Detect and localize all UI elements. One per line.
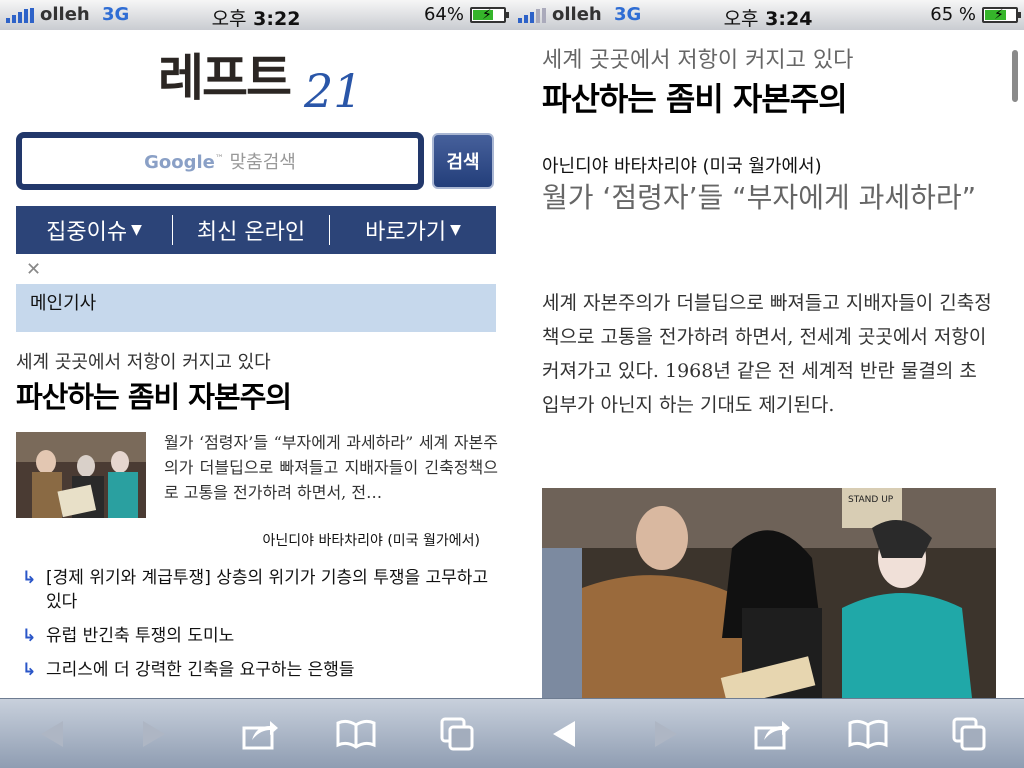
scrollbar[interactable] bbox=[1012, 50, 1018, 102]
sub-arrow-icon: ↳ bbox=[22, 568, 37, 588]
back-arrow-icon bbox=[41, 721, 63, 747]
caret-down-icon: ▼ bbox=[450, 222, 461, 238]
nav-item-shortcuts[interactable]: 바로가기 ▼ bbox=[330, 206, 496, 254]
article-byline: 아닌디야 바타차리야 (미국 월가에서) bbox=[542, 156, 822, 177]
share-button[interactable] bbox=[220, 699, 300, 768]
sub-arrow-icon: ↳ bbox=[22, 626, 37, 646]
article-headline[interactable]: 파산하는 좀비 자본주의 bbox=[16, 374, 292, 416]
safari-toolbar bbox=[512, 698, 1024, 768]
forward-button[interactable] bbox=[626, 699, 706, 768]
logo-text: 레프트 bbox=[158, 49, 292, 107]
back-button[interactable] bbox=[12, 699, 92, 768]
related-link[interactable]: 그리스에 더 강력한 긴축을 요구하는 은행들 bbox=[46, 660, 355, 680]
nav-item-focus-issues[interactable]: 집중이슈 ▼ bbox=[16, 206, 172, 254]
sub-arrow-icon: ↳ bbox=[22, 660, 37, 680]
left-screen: olleh 3G 오후 3:22 64% ⚡ 레프트 21 Google™ 맞춤… bbox=[0, 0, 512, 768]
status-bar: olleh 3G 오후 3:22 64% ⚡ bbox=[0, 0, 512, 30]
share-button[interactable] bbox=[732, 699, 812, 768]
forward-arrow-icon bbox=[143, 721, 165, 747]
article-byline: 아닌디야 바타차리야 (미국 월가에서) bbox=[262, 533, 480, 549]
article-kicker: 세계 곳곳에서 저항이 커지고 있다 bbox=[542, 48, 854, 73]
ampm-label: 오후 bbox=[211, 8, 247, 30]
logo-number: 21 bbox=[304, 64, 363, 118]
related-link[interactable]: 유럽 반긴축 투쟁의 도미노 bbox=[46, 626, 234, 646]
article-body: 세계 자본주의가 더블딥으로 빠져들고 지배자들이 긴축정책으로 고통을 전가하… bbox=[542, 292, 992, 416]
bookmarks-icon bbox=[336, 719, 376, 749]
article-kicker[interactable]: 세계 곳곳에서 저항이 커지고 있다 bbox=[16, 348, 271, 374]
bookmarks-button[interactable] bbox=[828, 699, 908, 768]
back-arrow-icon bbox=[553, 721, 575, 747]
nav-item-label: 바로가기 bbox=[365, 220, 447, 245]
article-summary[interactable]: 월가 ‘점령자’들 “부자에게 과세하라” 세계 자본주의가 더블딥으로 빠져들… bbox=[164, 430, 498, 505]
pages-icon bbox=[952, 717, 986, 751]
related-articles: ↳ [경제 위기와 계급투쟁] 상층의 위기가 기층의 투쟁을 고무하고 있다 ↳… bbox=[22, 566, 502, 692]
forward-button[interactable] bbox=[114, 699, 194, 768]
pages-button[interactable] bbox=[418, 699, 498, 768]
charging-bolt-icon: ⚡ bbox=[482, 7, 492, 23]
share-icon bbox=[242, 721, 278, 750]
forward-arrow-icon bbox=[655, 721, 677, 747]
share-icon bbox=[754, 721, 790, 750]
search-input[interactable]: Google™ 맞춤검색 bbox=[16, 132, 424, 190]
list-item[interactable]: ↳ 유럽 반긴축 투쟁의 도미노 bbox=[22, 624, 502, 648]
pages-button[interactable] bbox=[930, 699, 1010, 768]
section-title: 메인기사 bbox=[16, 284, 496, 332]
list-item[interactable]: ↳ 그리스에 더 강력한 긴축을 요구하는 은행들 bbox=[22, 658, 502, 682]
battery-percent: 65 % bbox=[930, 4, 976, 25]
back-button[interactable] bbox=[524, 699, 604, 768]
status-bar: olleh 3G 오후 3:24 65 % ⚡ bbox=[512, 0, 1024, 30]
nav-item-label: 최신 온라인 bbox=[196, 220, 306, 245]
time-label: 3:22 bbox=[253, 8, 301, 30]
charging-bolt-icon: ⚡ bbox=[994, 7, 1004, 23]
close-icon[interactable]: ✕ bbox=[26, 259, 41, 280]
search-button[interactable]: 검색 bbox=[432, 133, 494, 189]
bookmarks-icon bbox=[848, 719, 888, 749]
nav-item-latest-online[interactable]: 최신 온라인 bbox=[173, 206, 329, 254]
battery-percent: 64% bbox=[423, 4, 464, 25]
article-subheadline: 월가 ‘점령자’들 “부자에게 과세하라” bbox=[542, 181, 977, 214]
battery-icon: ⚡ bbox=[470, 7, 509, 23]
article-photo[interactable]: STAND UP bbox=[542, 488, 996, 708]
time-label: 3:24 bbox=[765, 8, 813, 30]
google-brand-label: Google bbox=[144, 152, 215, 173]
google-tm-label: ™ bbox=[214, 154, 224, 164]
site-logo[interactable]: 레프트 21 bbox=[158, 48, 363, 120]
article-thumbnail[interactable] bbox=[16, 432, 146, 518]
nav-bar: 집중이슈 ▼ 최신 온라인 바로가기 ▼ bbox=[16, 206, 496, 254]
search-placeholder-text: 맞춤검색 bbox=[229, 152, 296, 173]
pages-icon bbox=[440, 717, 474, 751]
nav-item-label: 집중이슈 bbox=[46, 220, 128, 245]
list-item[interactable]: ↳ [경제 위기와 계급투쟁] 상층의 위기가 기층의 투쟁을 고무하고 있다 bbox=[22, 566, 502, 614]
safari-toolbar bbox=[0, 698, 512, 768]
caret-down-icon: ▼ bbox=[131, 222, 142, 238]
ampm-label: 오후 bbox=[723, 8, 759, 30]
battery-icon: ⚡ bbox=[982, 7, 1021, 23]
article-headline: 파산하는 좀비 자본주의 bbox=[542, 80, 848, 118]
search-placeholder: Google™ 맞춤검색 bbox=[22, 148, 418, 174]
protest-sign-text: STAND UP bbox=[848, 495, 894, 505]
bookmarks-button[interactable] bbox=[316, 699, 396, 768]
related-link[interactable]: [경제 위기와 계급투쟁] 상층의 위기가 기층의 투쟁을 고무하고 있다 bbox=[46, 568, 488, 612]
